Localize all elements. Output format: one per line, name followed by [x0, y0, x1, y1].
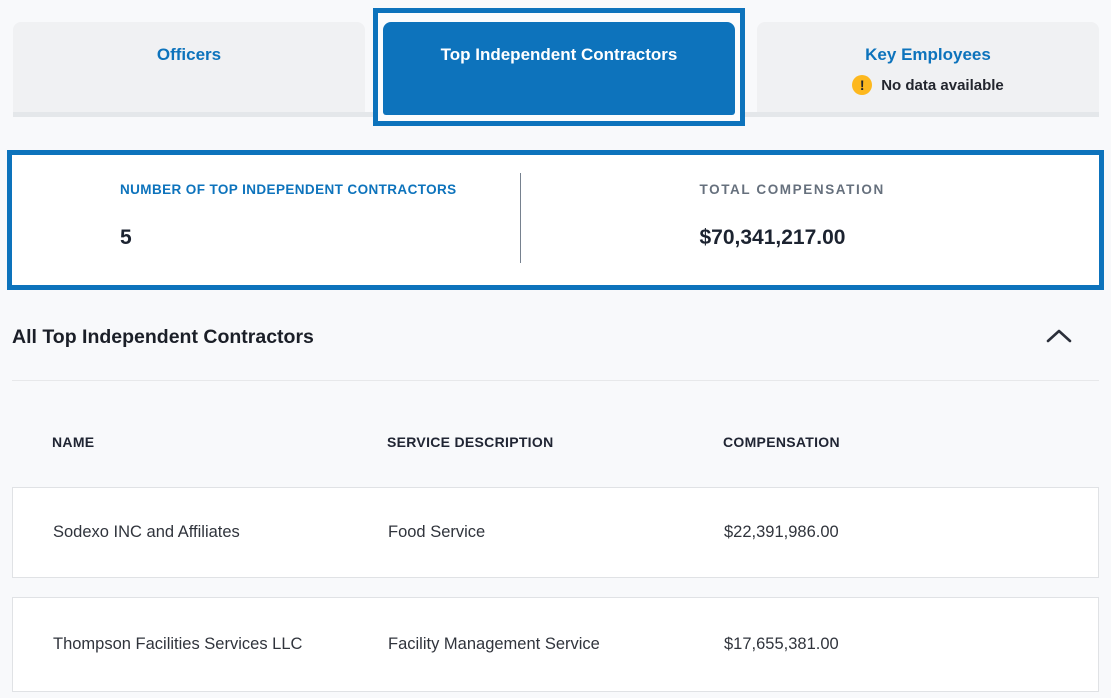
cell-name: Thompson Facilities Services LLC [53, 635, 388, 654]
table-header-service: SERVICE DESCRIPTION [387, 434, 723, 450]
cell-compensation: $17,655,381.00 [724, 635, 1098, 654]
summary-count-label: NUMBER OF TOP INDEPENDENT CONTRACTORS [120, 182, 520, 197]
table-row[interactable]: Thompson Facilities Services LLC Facilit… [12, 597, 1099, 692]
section-divider [12, 380, 1099, 381]
table-header-row: NAME SERVICE DESCRIPTION COMPENSATION [12, 428, 1099, 456]
cell-service: Facility Management Service [388, 635, 724, 654]
summary-panel: NUMBER OF TOP INDEPENDENT CONTRACTORS 5 … [7, 150, 1104, 290]
tab-key-employees[interactable]: Key Employees ! No data available [757, 22, 1099, 112]
cell-compensation: $22,391,986.00 [724, 523, 1098, 542]
page: Officers Top Independent Contractors Key… [0, 0, 1111, 698]
summary-total-block: TOTAL COMPENSATION $70,341,217.00 [521, 155, 1100, 285]
summary-total-value: $70,341,217.00 [700, 226, 1100, 250]
tab-top-independent-contractors-label: Top Independent Contractors [441, 44, 678, 115]
collapse-section-button[interactable] [1038, 318, 1080, 354]
table-row[interactable]: Sodexo INC and Affiliates Food Service $… [12, 487, 1099, 578]
no-data-label: No data available [881, 77, 1004, 94]
section-title: All Top Independent Contractors [12, 326, 314, 349]
tab-top-independent-contractors[interactable]: Top Independent Contractors [383, 22, 735, 115]
summary-count-block: NUMBER OF TOP INDEPENDENT CONTRACTORS 5 [12, 155, 520, 285]
tab-officers-label: Officers [157, 44, 221, 66]
cell-service: Food Service [388, 523, 724, 542]
summary-total-label: TOTAL COMPENSATION [700, 182, 1100, 197]
tab-key-employees-label: Key Employees [865, 44, 991, 66]
summary-count-value: 5 [120, 226, 520, 250]
tab-officers[interactable]: Officers [13, 22, 365, 112]
warning-icon: ! [852, 75, 872, 95]
table-header-compensation: COMPENSATION [723, 434, 1099, 450]
table-header-name: NAME [52, 434, 387, 450]
tab-key-employees-status: ! No data available [852, 75, 1004, 95]
cell-name: Sodexo INC and Affiliates [53, 523, 388, 542]
chevron-up-icon [1045, 327, 1073, 345]
